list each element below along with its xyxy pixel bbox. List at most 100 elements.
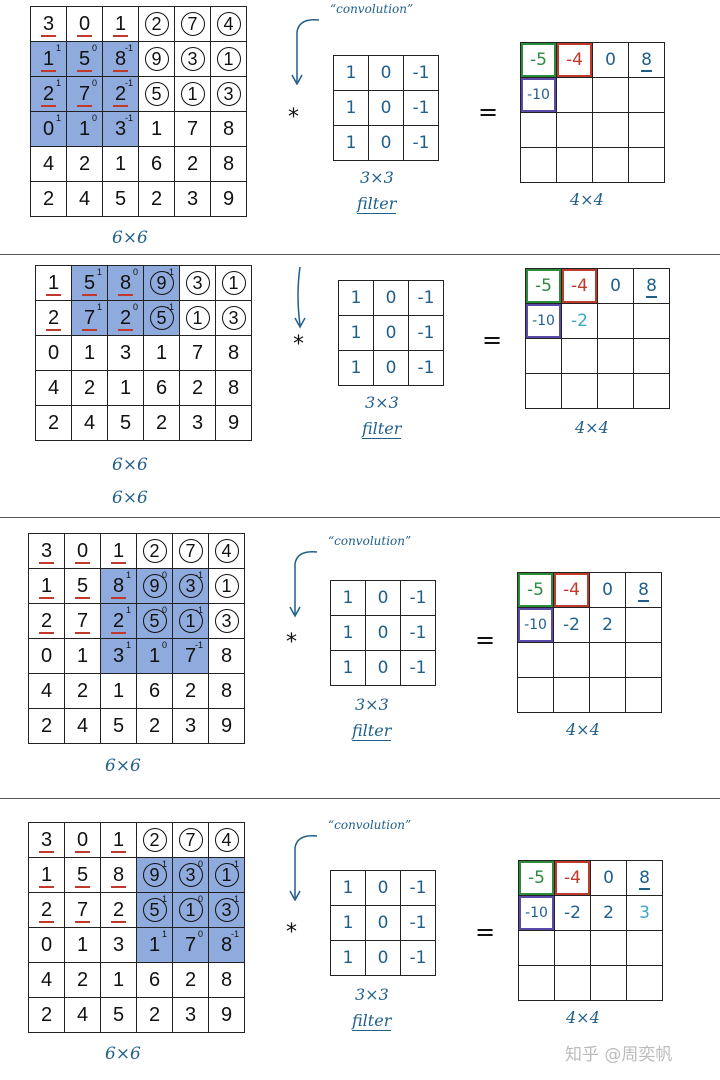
input-value: 7 xyxy=(184,933,197,956)
input-row: 245239 xyxy=(30,181,247,217)
output-cell: -2 xyxy=(553,607,590,643)
output-cell: 8 xyxy=(633,268,670,304)
filter-cell: 0 xyxy=(365,615,401,651)
filter-weight-mark: -1 xyxy=(124,113,133,123)
input-value: 2 xyxy=(76,679,89,702)
input-cell: 3 xyxy=(174,181,211,217)
input-cell: 91 xyxy=(136,857,173,893)
input-value: 2 xyxy=(110,898,127,923)
input-cell: 1 xyxy=(102,146,139,182)
input-value: 3 xyxy=(185,271,210,295)
input-cell: 2 xyxy=(28,997,65,1033)
filter-cell: 1 xyxy=(338,350,374,386)
output-row: -5 -4 0 8 xyxy=(518,860,663,896)
filter-cell: 0 xyxy=(368,125,404,161)
input-cell: 5 xyxy=(64,568,101,604)
input-cell: 4 xyxy=(30,146,67,182)
output-cell xyxy=(561,373,598,409)
output-cell: 8 xyxy=(626,860,663,896)
filter-row: 1 0 -1 xyxy=(338,280,444,316)
output-row xyxy=(525,373,670,409)
filter-cell: -1 xyxy=(400,870,436,906)
filter-row: 1 0 -1 xyxy=(330,615,436,651)
input-value: 1 xyxy=(38,574,55,599)
input-value: 2 xyxy=(155,411,168,434)
output-cell xyxy=(556,112,593,148)
input-value: 2 xyxy=(83,376,96,399)
arrow-icon xyxy=(291,19,320,86)
output-cell xyxy=(589,677,626,713)
filter-weight-mark: 1 xyxy=(125,605,131,615)
input-cell: 3 xyxy=(179,405,216,441)
input-cell: 9 xyxy=(215,405,252,441)
output-row xyxy=(518,965,663,1001)
output-row: -5 -4 0 8 xyxy=(520,42,665,78)
input-value: 5 xyxy=(112,714,125,737)
filter-cell: 1 xyxy=(330,650,366,686)
convolution-operator: * xyxy=(286,630,297,655)
input-value: 3 xyxy=(186,187,199,210)
input-cell: 21 xyxy=(100,603,137,639)
input-cell: 2 xyxy=(64,962,101,998)
input-value: 2 xyxy=(42,187,55,210)
input-value: 3 xyxy=(119,341,132,364)
input-value: 3 xyxy=(112,933,125,956)
output-cell xyxy=(520,147,557,183)
filter-word-label: filter xyxy=(362,419,402,439)
filter-weight-mark: 1 xyxy=(161,859,167,869)
input-row: 2 7 2 1 5 0 1 -1 3 xyxy=(28,603,245,639)
output-cell: -5 xyxy=(518,860,555,896)
filter-cell: 1 xyxy=(338,280,374,316)
input-value: 7 xyxy=(76,82,93,107)
filter-weight-mark: 1 xyxy=(96,302,102,312)
input-cell: 2 xyxy=(71,370,108,406)
output-cell xyxy=(518,930,555,966)
input-cell: 2 xyxy=(136,822,173,858)
filter-weight-mark: 0 xyxy=(161,605,167,615)
filter-row: 1 0 -1 xyxy=(330,905,436,941)
output-cell: 8 xyxy=(628,42,665,78)
input-cell: 1 xyxy=(143,335,180,371)
input-row: 0 1 3 1 1 0 7 -1 8 xyxy=(28,638,245,674)
filter-cell: 1 xyxy=(333,125,369,161)
output-cell xyxy=(633,373,670,409)
input-cell: 7 xyxy=(64,603,101,639)
output-matrix: -5 -4 0 8 -10 xyxy=(520,42,665,183)
output-cell xyxy=(628,77,665,113)
input-cell: 6 xyxy=(143,370,180,406)
input-cell: 51 xyxy=(71,265,108,301)
input-value: 3 xyxy=(184,1003,197,1026)
input-value: 8 xyxy=(220,968,233,991)
output-size-label: 4×4 xyxy=(566,1008,600,1027)
input-cell: 11 xyxy=(30,41,67,77)
output-value: -10 xyxy=(527,87,550,103)
input-cell: 51 xyxy=(136,892,173,928)
panel-separator xyxy=(0,517,720,518)
output-cell xyxy=(597,303,634,339)
output-value: -4 xyxy=(564,868,581,888)
output-size-label: 4×4 xyxy=(570,190,604,209)
filter-weight-mark: 1 xyxy=(55,78,61,88)
output-cell xyxy=(628,112,665,148)
input-value: 5 xyxy=(112,1003,125,1026)
output-value: -2 xyxy=(571,311,588,331)
filter-cell: 1 xyxy=(330,580,366,616)
filter-weight-mark: 1 xyxy=(55,113,61,123)
output-value: 0 xyxy=(610,276,621,296)
convolution-label: “convolution” xyxy=(328,818,412,832)
input-value: 5 xyxy=(119,411,132,434)
filter-cell: -1 xyxy=(403,125,439,161)
input-cell: 30 xyxy=(172,857,209,893)
input-row: 1 5 8 1 9 0 3 -1 1 xyxy=(28,568,245,604)
input-cell: 2 xyxy=(30,181,67,217)
input-value: 4 xyxy=(40,679,53,702)
input-value: 2 xyxy=(142,539,167,563)
output-value: -4 xyxy=(563,580,580,600)
filter-weight-mark: -1 xyxy=(230,929,239,939)
filter-weight-mark: -1 xyxy=(194,640,203,650)
output-cell xyxy=(625,677,662,713)
filter-row: 1 0 -1 xyxy=(330,580,436,616)
input-cell: 3 -1 xyxy=(172,568,209,604)
filter-size-label: 3×3 xyxy=(355,985,389,1004)
input-cell: 1 xyxy=(28,568,65,604)
